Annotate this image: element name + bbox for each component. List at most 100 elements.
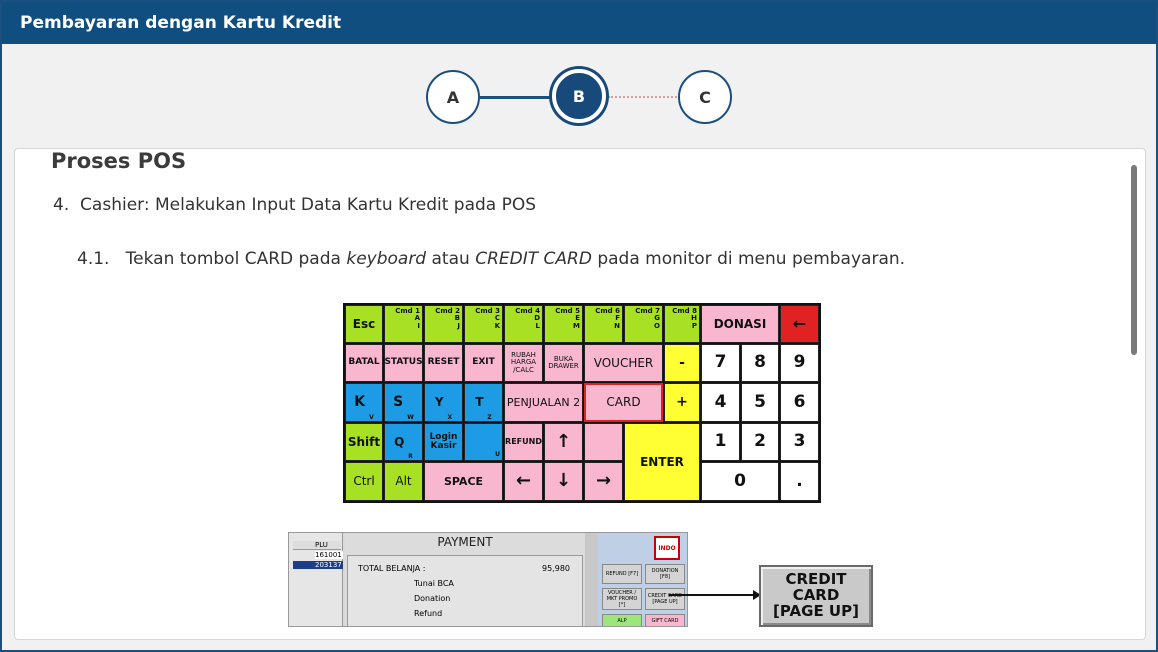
key-enter: ENTER <box>624 423 700 501</box>
plu-header: PLU <box>293 541 341 550</box>
alp-button: ALP <box>602 614 642 626</box>
step-connector-bc <box>608 96 680 98</box>
total-value: 95,980 <box>542 564 570 573</box>
pos-keyboard-image: Esc Cmd 1AI Cmd 2BJ Cmd 3CK Cmd 4DL Cmd … <box>343 303 821 503</box>
step-connector-ab <box>480 96 558 99</box>
window-frame: Pembayaran dengan Kartu Kredit A B C Pro… <box>0 0 1158 652</box>
key-ctrl: Ctrl <box>345 462 383 501</box>
step-a[interactable]: A <box>426 70 480 124</box>
key-arrow-down: ↓ <box>544 462 583 501</box>
credit-card-callout: CREDIT CARD [PAGE UP] <box>759 565 873 627</box>
plu-row: 161001 <box>315 551 343 559</box>
key-cmd1: Cmd 1AI <box>384 305 423 343</box>
key-donasi: DONASI <box>701 305 779 343</box>
key-space: SPACE <box>424 462 503 501</box>
key-plus: + <box>664 383 700 422</box>
payment-row: Refund <box>414 609 443 618</box>
key-exit: EXIT <box>464 344 503 382</box>
key-t: TZ <box>464 383 503 422</box>
gift-card-button: GIFT CARD <box>645 614 685 626</box>
key-cmd7: Cmd 7GO <box>624 305 663 343</box>
step-4-1-text-a: Tekan tombol CARD pada <box>125 249 347 269</box>
key-cmd2: Cmd 2BJ <box>424 305 463 343</box>
key-cmd4: Cmd 4DL <box>504 305 543 343</box>
key-esc: Esc <box>345 305 383 343</box>
step-c-label: C <box>699 87 711 107</box>
key-y: YX <box>424 383 463 422</box>
payment-screen-image: PLU 161001 203137 PAYMENT TOTAL BELANJA … <box>288 532 688 627</box>
section-title: Proses POS <box>51 149 187 173</box>
step-4-1-item: 4.1. Tekan tombol CARD pada keyboard ata… <box>77 249 905 269</box>
plu-panel: PLU 161001 203137 <box>289 533 343 626</box>
step-4-1-text-c: pada monitor di menu pembayaran. <box>591 249 906 269</box>
voucher-button: VOUCHER / MKT PROMO [*] <box>602 588 642 610</box>
key-0: 0 <box>701 462 779 501</box>
key-alt: Alt <box>384 462 423 501</box>
step-c[interactable]: C <box>678 70 732 124</box>
key-9: 9 <box>780 344 819 382</box>
key-cmd6: Cmd 6FN <box>584 305 623 343</box>
scrollbar-thumb[interactable] <box>1131 165 1137 355</box>
content-card: Proses POS 4. Cashier: Melakukan Input D… <box>14 148 1146 640</box>
payment-scrollbar <box>585 533 599 626</box>
plu-row-selected: 203137 <box>293 561 343 569</box>
key-login-kasir: Login Kasir <box>424 423 463 461</box>
key-reset: RESET <box>424 344 463 382</box>
key-cmd5: Cmd 5EM <box>544 305 583 343</box>
key-arrow-right: → <box>584 462 623 501</box>
page-header: Pembayaran dengan Kartu Kredit <box>2 2 1156 44</box>
donation-button: DONATION [F8] <box>645 564 685 584</box>
key-refund: REFUND <box>504 423 543 461</box>
payment-button-panel: INDO REFUND [F7] DONATION [F8] VOUCHER /… <box>598 533 687 626</box>
key-arrow-up: ↑ <box>544 423 583 461</box>
payment-row: Donation <box>414 594 451 603</box>
page-title: Pembayaran dengan Kartu Kredit <box>20 13 342 33</box>
key-3: 3 <box>780 423 819 461</box>
refund-button: REFUND [F7] <box>602 564 642 584</box>
key-buka-drawer: BUKA DRAWER <box>544 344 583 382</box>
key-s: SW <box>384 383 423 422</box>
key-5: 5 <box>741 383 779 422</box>
step-4-item: 4. Cashier: Melakukan Input Data Kartu K… <box>53 195 536 215</box>
key-status: STATUS <box>384 344 423 382</box>
payment-row: Tunai BCA <box>414 579 454 588</box>
key-dot: . <box>780 462 819 501</box>
key-cmd3: Cmd 3CK <box>464 305 503 343</box>
total-label: TOTAL BELANJA : <box>358 564 426 573</box>
key-6: 6 <box>780 383 819 422</box>
key-4: 4 <box>701 383 740 422</box>
step-a-label: A <box>446 87 460 107</box>
payment-title: PAYMENT <box>437 535 493 549</box>
key-arrow-left: ← <box>504 462 543 501</box>
key-card: CARD <box>584 383 663 422</box>
step-b[interactable]: B <box>552 69 606 123</box>
key-batal: BATAL <box>345 344 383 382</box>
arrow-right-icon <box>669 590 761 600</box>
key-shift: Shift <box>345 423 383 461</box>
key-blank <box>584 423 623 461</box>
key-minus: - <box>664 344 700 382</box>
key-7: 7 <box>701 344 740 382</box>
key-u: U <box>464 423 503 461</box>
key-k: KV <box>345 383 383 422</box>
key-8: 8 <box>741 344 779 382</box>
key-2: 2 <box>741 423 779 461</box>
step-4-1-text-b: atau <box>426 249 476 269</box>
step-4-text: Cashier: Melakukan Input Data Kartu Kred… <box>80 195 537 215</box>
payment-panel: PAYMENT TOTAL BELANJA : 95,980 Tunai BCA… <box>345 533 599 626</box>
key-backspace: ← <box>780 305 819 343</box>
payment-summary: TOTAL BELANJA : 95,980 Tunai BCA Donatio… <box>347 555 583 626</box>
key-voucher: VOUCHER <box>584 344 663 382</box>
step-b-label: B <box>572 86 586 106</box>
indomaret-logo: INDO <box>654 536 680 560</box>
key-cmd8: Cmd 8HP <box>664 305 700 343</box>
key-1: 1 <box>701 423 740 461</box>
key-penjualan-2: PENJUALAN 2 <box>504 383 583 422</box>
key-rubah-harga: RUBAH HARGA /CALC <box>504 344 543 382</box>
step-4-1-number: 4.1. <box>77 249 110 269</box>
callout-line-3: [PAGE UP] <box>773 601 859 620</box>
step-4-number: 4. <box>53 195 70 215</box>
step-4-1-em-credit: CREDIT CARD <box>475 249 592 269</box>
step-4-1-em-keyboard: keyboard <box>346 249 427 269</box>
key-q: QR <box>384 423 423 461</box>
